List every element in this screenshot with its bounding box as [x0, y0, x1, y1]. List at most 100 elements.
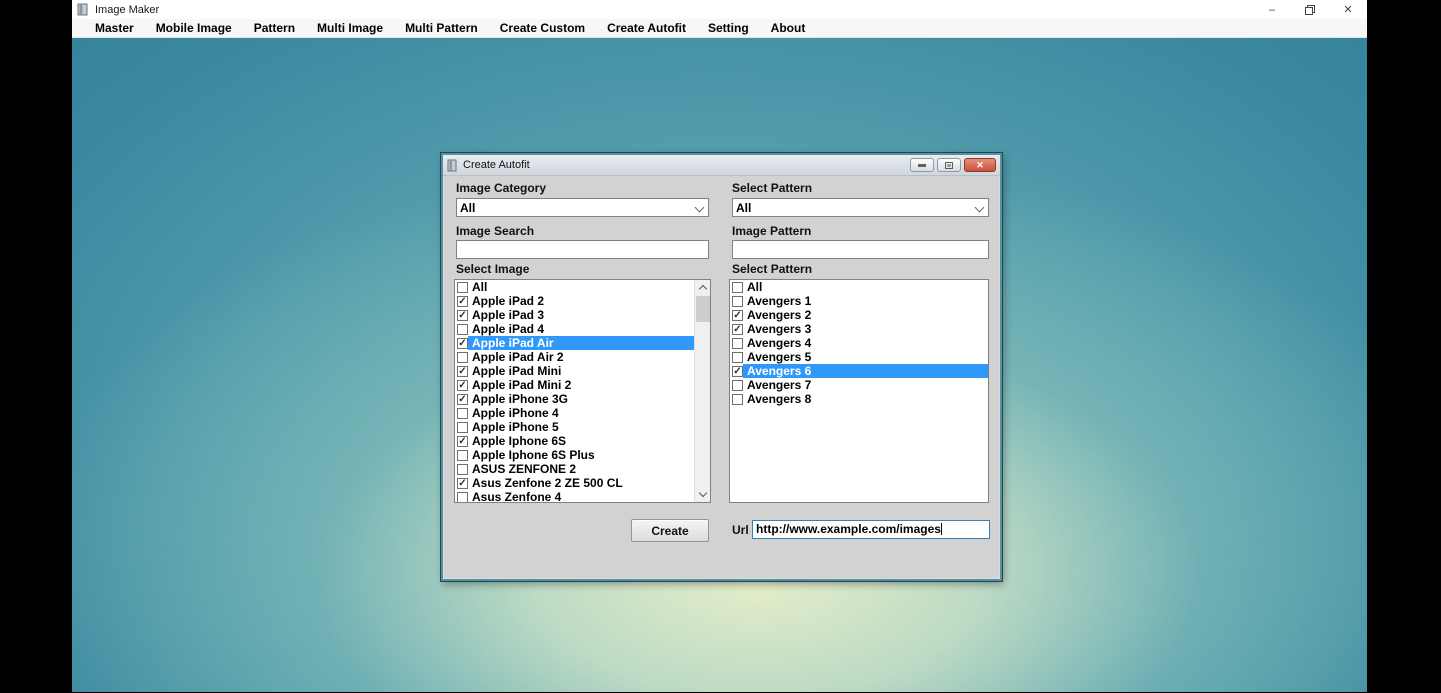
- scrollbar-thumb[interactable]: [696, 296, 710, 322]
- list-item[interactable]: Avengers 5: [730, 350, 988, 364]
- list-item[interactable]: Apple iPad 3: [455, 308, 694, 322]
- list-item[interactable]: Apple iPhone 4: [455, 406, 694, 420]
- checkbox[interactable]: [732, 380, 743, 391]
- dialog-titlebar[interactable]: Create Autofit ✕: [443, 155, 1000, 176]
- menu-item[interactable]: Setting: [695, 21, 758, 35]
- restore-button[interactable]: [1291, 0, 1329, 19]
- checkbox[interactable]: [457, 338, 468, 349]
- minimize-button[interactable]: –: [1253, 0, 1291, 19]
- menu-item[interactable]: Create Custom: [487, 21, 594, 35]
- list-item-label: Asus Zenfone 4: [468, 490, 694, 503]
- scroll-up-icon[interactable]: [695, 280, 711, 295]
- checkbox[interactable]: [457, 436, 468, 447]
- list-item[interactable]: All: [455, 280, 694, 294]
- checkbox[interactable]: [457, 324, 468, 335]
- dialog-maximize-icon: [945, 162, 953, 169]
- image-pattern-label: Image Pattern: [732, 224, 811, 238]
- checkbox[interactable]: [457, 296, 468, 307]
- checkbox[interactable]: [457, 450, 468, 461]
- image-category-select[interactable]: All: [456, 198, 709, 217]
- menu-item-label: Create Custom: [496, 21, 585, 35]
- app-titlebar: Image Maker – ✕: [72, 0, 1367, 19]
- list-item-label: Apple iPad Air: [468, 336, 694, 350]
- list-item[interactable]: Apple iPhone 5: [455, 420, 694, 434]
- image-search-input[interactable]: [456, 240, 709, 259]
- list-item-label: Apple Iphone 6S Plus: [468, 448, 694, 462]
- scroll-down-icon[interactable]: [695, 487, 711, 502]
- checkbox[interactable]: [732, 394, 743, 405]
- select-pattern-listbox[interactable]: All Avengers 1 Avengers 2: [729, 279, 989, 503]
- checkbox[interactable]: [457, 394, 468, 405]
- menu-item[interactable]: Multi Image: [304, 21, 392, 35]
- checkbox[interactable]: [732, 282, 743, 293]
- list-item-label: Apple iPad Air 2: [468, 350, 694, 364]
- dialog-maximize-button[interactable]: [937, 158, 961, 172]
- checkbox[interactable]: [457, 282, 468, 293]
- vertical-scrollbar[interactable]: [694, 280, 710, 502]
- list-item[interactable]: Asus Zenfone 2 ZE 500 CL: [455, 476, 694, 490]
- create-button[interactable]: Create: [631, 519, 709, 542]
- list-item[interactable]: Avengers 7: [730, 378, 988, 392]
- list-item[interactable]: Apple Iphone 6S: [455, 434, 694, 448]
- list-item[interactable]: Avengers 2: [730, 308, 988, 322]
- list-item[interactable]: Avengers 3: [730, 322, 988, 336]
- menu-item[interactable]: Pattern: [241, 21, 304, 35]
- select-image-label: Select Image: [456, 262, 529, 276]
- list-item[interactable]: All: [730, 280, 988, 294]
- list-item[interactable]: Apple iPad Air: [455, 336, 694, 350]
- checkbox[interactable]: [732, 366, 743, 377]
- list-item[interactable]: Apple iPad Mini 2: [455, 378, 694, 392]
- list-item[interactable]: Apple iPhone 3G: [455, 392, 694, 406]
- close-button[interactable]: ✕: [1329, 0, 1367, 19]
- checkbox[interactable]: [457, 380, 468, 391]
- list-item[interactable]: Avengers 1: [730, 294, 988, 308]
- list-item[interactable]: Apple Iphone 6S Plus: [455, 448, 694, 462]
- url-value: http://www.example.com/images: [756, 522, 941, 536]
- checkbox[interactable]: [457, 408, 468, 419]
- checkbox[interactable]: [457, 422, 468, 433]
- menu-item[interactable]: Master: [82, 21, 143, 35]
- url-input[interactable]: http://www.example.com/images: [752, 520, 990, 539]
- menu-item[interactable]: About: [758, 21, 815, 35]
- list-item-label: Apple iPad 3: [468, 308, 694, 322]
- image-pattern-input[interactable]: [732, 240, 989, 259]
- checkbox[interactable]: [457, 352, 468, 363]
- checkbox[interactable]: [732, 296, 743, 307]
- checkbox[interactable]: [732, 310, 743, 321]
- checkbox[interactable]: [457, 310, 468, 321]
- window-controls: – ✕: [1253, 0, 1367, 19]
- select-pattern-select[interactable]: All: [732, 198, 989, 217]
- checkbox[interactable]: [457, 492, 468, 503]
- list-item[interactable]: Apple iPad 2: [455, 294, 694, 308]
- list-item-label: Avengers 3: [743, 322, 988, 336]
- list-item[interactable]: Avengers 4: [730, 336, 988, 350]
- checkbox[interactable]: [732, 324, 743, 335]
- list-item[interactable]: Apple iPad 4: [455, 322, 694, 336]
- select-image-listbox[interactable]: All Apple iPad 2 Apple iPad 3: [454, 279, 711, 503]
- minimize-icon: –: [1269, 4, 1275, 16]
- list-item[interactable]: Apple iPad Air 2: [455, 350, 694, 364]
- list-item[interactable]: Avengers 6: [730, 364, 988, 378]
- checkbox[interactable]: [732, 338, 743, 349]
- select-pattern-list-label: Select Pattern: [732, 262, 812, 276]
- list-item[interactable]: Avengers 8: [730, 392, 988, 406]
- list-item[interactable]: Apple iPad Mini: [455, 364, 694, 378]
- checkbox[interactable]: [457, 478, 468, 489]
- list-item-label: Avengers 1: [743, 294, 988, 308]
- checkbox[interactable]: [732, 352, 743, 363]
- desktop-background: Create Autofit ✕ Image Category All: [72, 38, 1367, 692]
- menu-item[interactable]: Mobile Image: [143, 21, 241, 35]
- restore-icon: [1305, 5, 1315, 15]
- checkbox[interactable]: [457, 366, 468, 377]
- list-item-label: All: [468, 280, 694, 294]
- checkbox[interactable]: [457, 464, 468, 475]
- list-item-label: Apple iPad Mini 2: [468, 378, 694, 392]
- text-caret: [941, 523, 942, 535]
- menu-item[interactable]: Create Autofit: [594, 21, 695, 35]
- dialog-window-controls: ✕: [910, 158, 996, 172]
- list-item[interactable]: Asus Zenfone 4: [455, 490, 694, 503]
- dialog-minimize-button[interactable]: [910, 158, 934, 172]
- dialog-close-button[interactable]: ✕: [964, 158, 996, 172]
- menu-item[interactable]: Multi Pattern: [392, 21, 487, 35]
- list-item[interactable]: ASUS ZENFONE 2: [455, 462, 694, 476]
